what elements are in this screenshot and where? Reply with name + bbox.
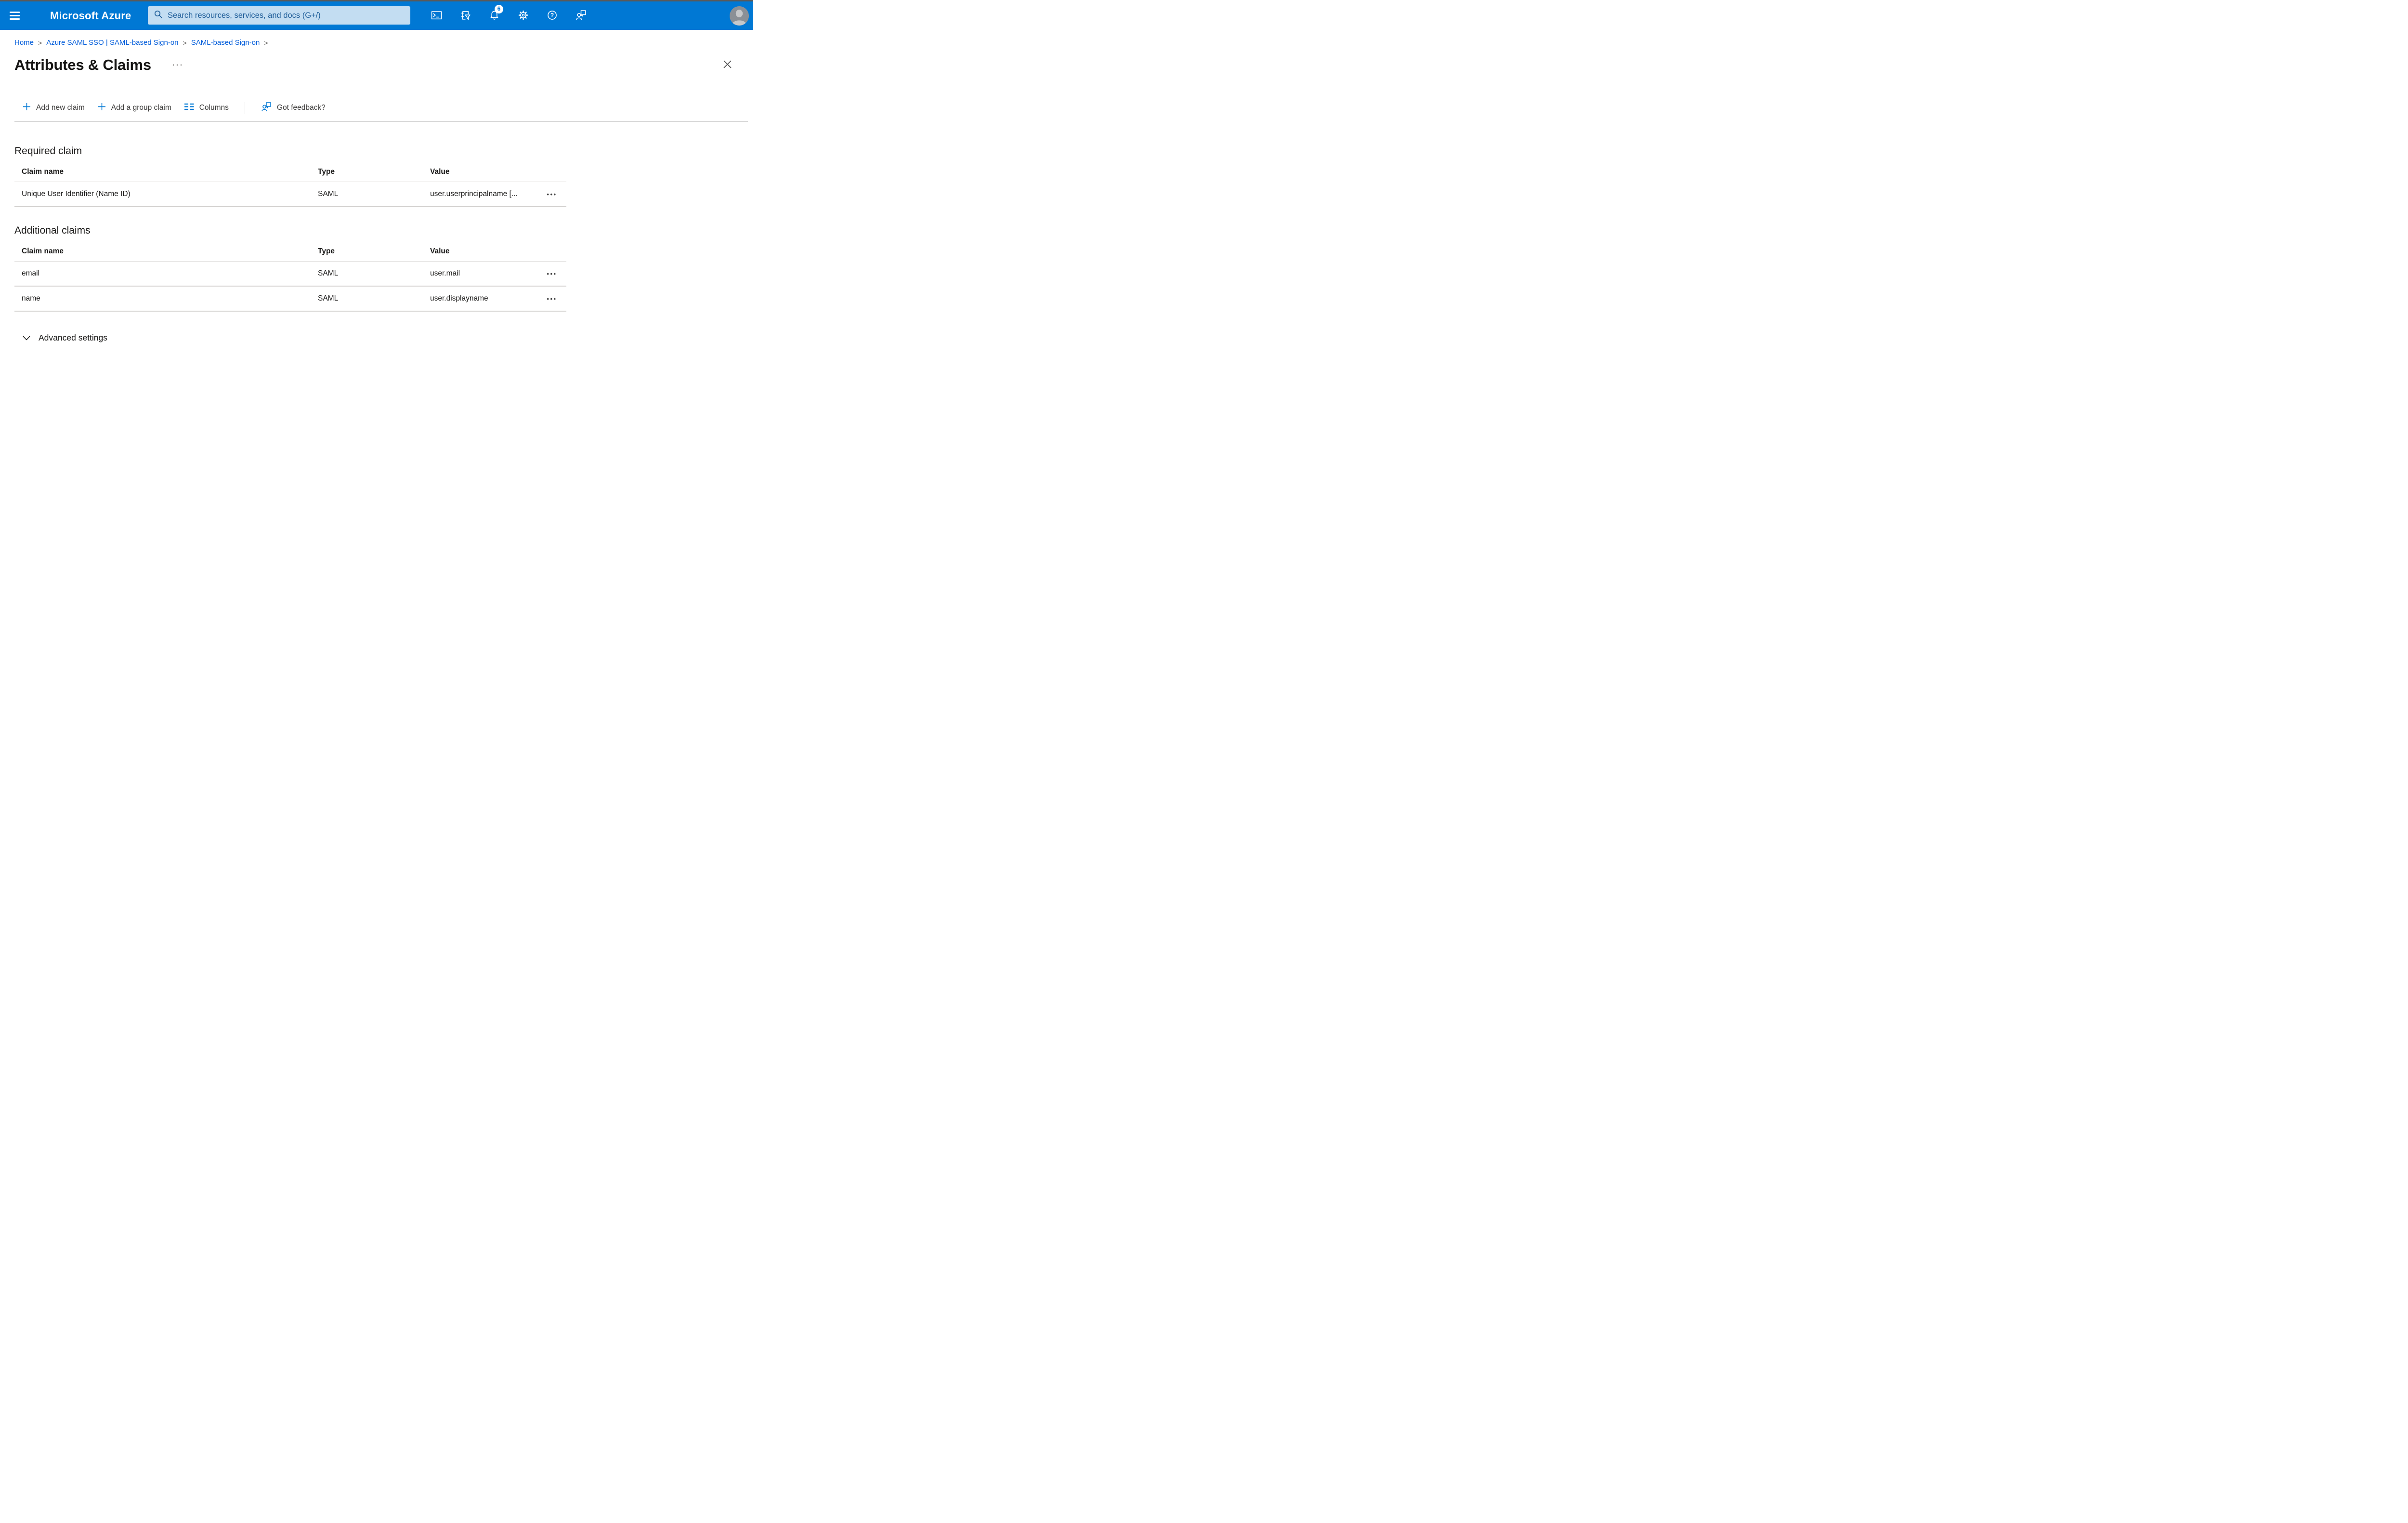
feedback-button[interactable] (571, 6, 590, 26)
claim-name-cell: email (22, 269, 40, 277)
cloud-shell-button[interactable] (427, 6, 446, 26)
topbar-icons: 6 ? (427, 4, 590, 26)
azure-brand-link[interactable]: Microsoft Azure (50, 1, 131, 30)
table-row-name[interactable]: name SAML user.displayname ••• (14, 287, 566, 312)
title-row: Attributes & Claims ··· (14, 55, 753, 75)
topbar: Microsoft Azure Search resources, servic… (0, 1, 753, 30)
got-feedback-button[interactable]: Got feedback? (261, 102, 326, 115)
azure-portal-screen: Microsoft Azure Search resources, servic… (0, 0, 753, 343)
breadcrumb-home[interactable]: Home (14, 39, 34, 47)
add-new-claim-label: Add new claim (36, 104, 85, 112)
global-search[interactable] (148, 6, 410, 25)
svg-text:?: ? (550, 12, 553, 18)
search-input[interactable] (168, 11, 405, 20)
breadcrumb: Home > Azure SAML SSO | SAML-based Sign-… (14, 39, 753, 47)
columns-label: Columns (199, 104, 229, 112)
breadcrumb-separator: > (183, 39, 187, 47)
hamburger-menu-button[interactable] (10, 1, 26, 30)
claim-name-cell: Unique User Identifier (Name ID) (22, 190, 131, 198)
claim-type-cell: SAML (318, 190, 339, 198)
directory-filter-button[interactable] (456, 6, 475, 26)
cloud-shell-icon (431, 10, 442, 22)
advanced-settings-label: Advanced settings (39, 333, 108, 342)
claim-value-cell: user.mail (430, 269, 460, 277)
row-context-menu-button[interactable]: ••• (545, 268, 559, 280)
feedback-person-icon (261, 102, 272, 115)
notification-badge: 6 (495, 4, 503, 13)
settings-button[interactable] (513, 6, 533, 26)
breadcrumb-separator: > (264, 39, 268, 47)
column-header-type: Type (318, 247, 335, 255)
command-bar: Add new claim Add a group claim Columns … (14, 101, 753, 115)
add-new-claim-button[interactable]: Add new claim (23, 103, 85, 113)
add-group-claim-button[interactable]: Add a group claim (98, 103, 171, 113)
directory-filter-icon (460, 10, 471, 22)
table-header-row: Claim name Type Value (14, 162, 566, 182)
claim-value-cell: user.displayname (430, 294, 488, 302)
close-icon (723, 60, 732, 70)
required-claim-heading: Required claim (14, 145, 82, 157)
breadcrumb-app-sso[interactable]: Azure SAML SSO | SAML-based Sign-on (46, 39, 178, 47)
table-header-row: Claim name Type Value (14, 241, 566, 262)
table-row-unique-user-identifier[interactable]: Unique User Identifier (Name ID) SAML us… (14, 182, 566, 207)
breadcrumb-saml-signon[interactable]: SAML-based Sign-on (191, 39, 260, 47)
advanced-settings-expander[interactable]: Advanced settings (23, 333, 107, 343)
page-title: Attributes & Claims (14, 56, 151, 73)
add-group-claim-label: Add a group claim (111, 104, 171, 112)
columns-icon (184, 103, 194, 113)
feedback-person-icon (576, 10, 587, 22)
account-avatar[interactable] (730, 6, 749, 26)
claim-name-cell: name (22, 294, 40, 302)
gear-icon (518, 10, 529, 22)
title-more-button[interactable]: ··· (171, 60, 185, 71)
column-header-type: Type (318, 167, 335, 176)
page-content: Home > Azure SAML SSO | SAML-based Sign-… (0, 39, 753, 343)
row-context-menu-button[interactable]: ••• (545, 293, 559, 305)
required-claim-table: Claim name Type Value Unique User Identi… (14, 162, 566, 207)
additional-claims-heading: Additional claims (14, 225, 91, 236)
search-icon (154, 10, 163, 21)
table-row-email[interactable]: email SAML user.mail ••• (14, 262, 566, 287)
help-button[interactable]: ? (542, 6, 562, 26)
column-header-claim-name: Claim name (22, 247, 64, 255)
column-header-value: Value (430, 167, 450, 176)
claim-type-cell: SAML (318, 294, 339, 302)
chevron-down-icon (23, 333, 30, 343)
additional-claims-table: Claim name Type Value email SAML user.ma… (14, 241, 566, 312)
got-feedback-label: Got feedback? (276, 104, 326, 112)
breadcrumb-separator: > (38, 39, 42, 47)
column-header-claim-name: Claim name (22, 167, 64, 176)
plus-icon (98, 103, 106, 113)
row-context-menu-button[interactable]: ••• (545, 188, 559, 200)
help-icon: ? (547, 10, 558, 22)
column-header-value: Value (430, 247, 450, 255)
notifications-button[interactable]: 6 (484, 4, 504, 26)
columns-button[interactable]: Columns (184, 103, 229, 113)
claim-value-cell: user.userprincipalname [... (430, 190, 518, 198)
plus-icon (23, 103, 31, 113)
toolbar-underline (14, 121, 748, 122)
claim-type-cell: SAML (318, 269, 339, 277)
close-blade-button[interactable] (721, 59, 733, 71)
